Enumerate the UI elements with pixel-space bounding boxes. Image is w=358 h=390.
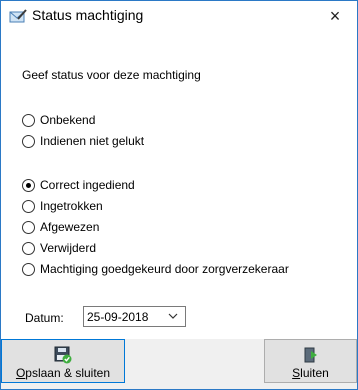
radio-circle[interactable] <box>22 199 35 213</box>
close-button[interactable]: Sluiten <box>264 339 357 383</box>
radio-onbekend[interactable]: Onbekend <box>22 112 95 128</box>
radio-circle-selected[interactable] <box>22 178 35 192</box>
radio-ingetrokken[interactable]: Ingetrokken <box>22 198 103 214</box>
close-window-button[interactable]: × <box>313 1 357 31</box>
radio-label[interactable]: Ingetrokken <box>40 199 103 213</box>
button-bar: Opslaan & sluiten Sluiten <box>1 339 357 389</box>
close-icon[interactable]: × <box>330 6 341 27</box>
radio-label[interactable]: Afgewezen <box>40 220 99 234</box>
save-and-close-label[interactable]: Opslaan & sluiten <box>16 366 110 380</box>
save-and-close-button[interactable]: Opslaan & sluiten <box>1 339 125 383</box>
radio-correct-ingediend[interactable]: Correct ingediend <box>22 177 135 193</box>
chevron-down-icon[interactable] <box>167 310 179 322</box>
radio-circle[interactable] <box>22 220 35 234</box>
radio-circle[interactable] <box>22 134 35 148</box>
radio-machtiging-goedgekeurd[interactable]: Machtiging goedgekeurd door zorgverzeker… <box>22 261 289 277</box>
radio-circle[interactable] <box>22 241 35 255</box>
radio-verwijderd[interactable]: Verwijderd <box>22 240 96 256</box>
radio-afgewezen[interactable]: Afgewezen <box>22 219 99 235</box>
radio-label[interactable]: Correct ingediend <box>40 178 135 192</box>
date-value[interactable]: 25-09-2018 <box>87 310 148 324</box>
close-label[interactable]: Sluiten <box>292 366 329 380</box>
exit-door-icon <box>304 347 317 363</box>
save-check-icon <box>54 346 72 364</box>
dialog-content: Geef status voor deze machtiging Onbeken… <box>1 31 357 339</box>
radio-label[interactable]: Machtiging goedgekeurd door zorgverzeker… <box>40 262 289 276</box>
radio-label[interactable]: Onbekend <box>40 113 95 127</box>
title-bar: Status machtiging × <box>1 1 357 31</box>
radio-indienen-niet-gelukt[interactable]: Indienen niet gelukt <box>22 133 144 149</box>
radio-circle[interactable] <box>22 113 35 127</box>
radio-circle[interactable] <box>22 262 35 276</box>
envelope-pen-icon <box>9 9 27 23</box>
window-title: Status machtiging <box>32 7 144 23</box>
status-dialog: Status machtiging × Geef status voor dez… <box>0 0 358 390</box>
radio-label[interactable]: Verwijderd <box>40 241 96 255</box>
date-label: Datum: <box>25 311 64 325</box>
radio-label[interactable]: Indienen niet gelukt <box>40 134 144 148</box>
date-dropdown[interactable]: 25-09-2018 <box>83 306 186 327</box>
prompt-text: Geef status voor deze machtiging <box>22 68 201 82</box>
